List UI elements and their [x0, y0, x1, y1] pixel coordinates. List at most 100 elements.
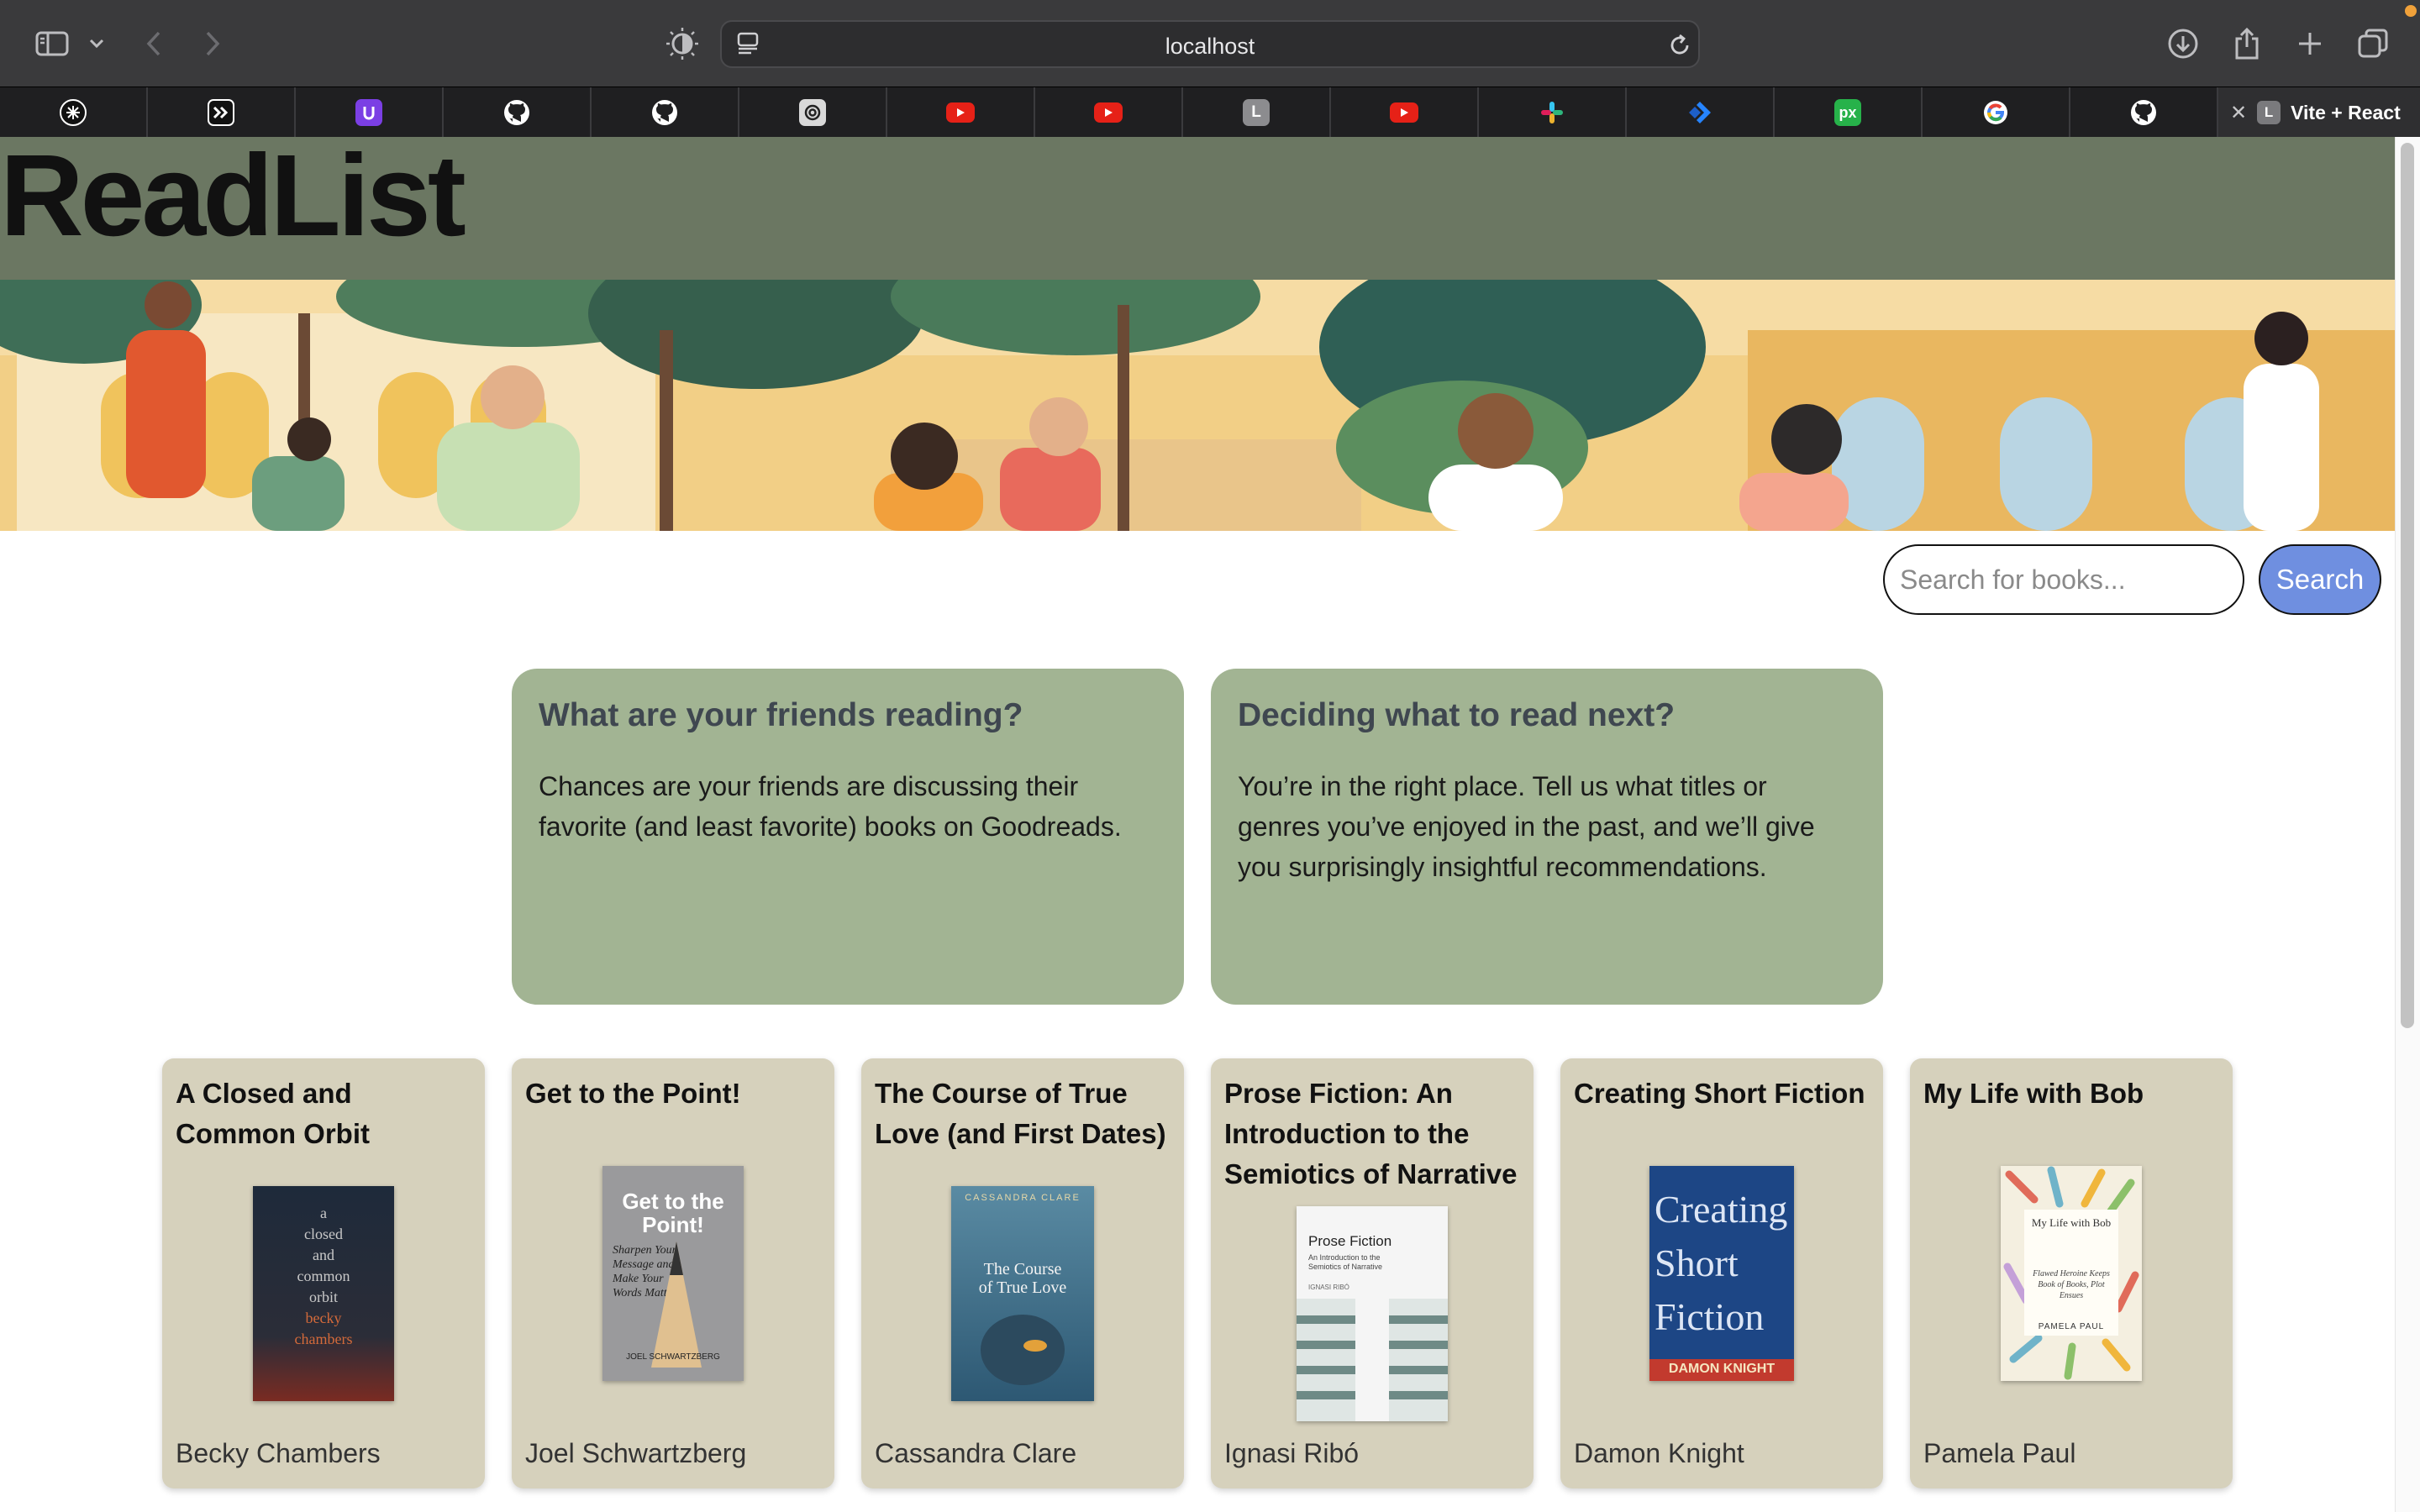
cover-text: and: [313, 1247, 334, 1263]
book-title: Prose Fiction: An Introduction to the Se…: [1224, 1078, 1518, 1189]
cover-text: becky: [305, 1310, 342, 1326]
browser-tab[interactable]: [2070, 87, 2218, 138]
cover-text: a: [320, 1205, 327, 1221]
jira-icon: [1686, 99, 1713, 126]
book-title: The Course of True Love (and First Dates…: [875, 1078, 1166, 1149]
pixel-icon: px: [1834, 99, 1861, 126]
book-author: Pamela Paul: [1923, 1438, 2076, 1468]
new-tab-icon[interactable]: [2293, 27, 2327, 60]
cover-text: closed: [304, 1226, 343, 1242]
book-author: Ignasi Ribó: [1224, 1438, 1360, 1468]
google-icon: [1982, 99, 2009, 126]
cover-text: Creating Short Fiction: [1655, 1188, 1788, 1338]
chatgpt-icon: [799, 99, 826, 126]
perplexity-icon: [60, 99, 87, 126]
letter-l-icon: L: [2257, 101, 2281, 124]
browser-tab[interactable]: px: [1775, 87, 1923, 138]
active-tab[interactable]: ✕ L Vite + React: [2218, 87, 2420, 138]
book-card[interactable]: Prose Fiction: An Introduction to the Se…: [1211, 1058, 1534, 1488]
chevron-down-icon[interactable]: [86, 27, 108, 60]
cover-text: PAMELA PAUL: [2038, 1322, 2105, 1331]
youtube-icon: [1094, 102, 1123, 123]
cover-text: The Course of True Love: [978, 1260, 1067, 1297]
info-card-friends: What are your friends reading? Chances a…: [512, 669, 1184, 1005]
cover-text: Prose Fiction: [1308, 1233, 1392, 1249]
tab-overview-icon[interactable]: [2355, 27, 2391, 60]
browser-tab[interactable]: [296, 87, 444, 138]
search-button[interactable]: Search: [2259, 544, 2381, 615]
hero-illustration: [0, 280, 2395, 531]
book-title: Creating Short Fiction: [1574, 1078, 1865, 1109]
book-title: My Life with Bob: [1923, 1078, 2144, 1109]
book-card[interactable]: A Closed and Common Orbit a closed and c…: [162, 1058, 485, 1488]
book-author: Cassandra Clare: [875, 1438, 1077, 1468]
browser-tab[interactable]: [887, 87, 1035, 138]
info-card-title: What are your friends reading?: [539, 697, 1023, 733]
book-card[interactable]: Creating Short Fiction Creating Short Fi…: [1560, 1058, 1883, 1488]
cover-text: My Life with Bob: [2031, 1216, 2112, 1229]
browser-tab[interactable]: [1331, 87, 1479, 138]
forward-icon[interactable]: [200, 27, 225, 60]
cover-text: CASSANDRA CLARE: [965, 1193, 1081, 1203]
share-icon[interactable]: [2230, 27, 2264, 60]
reload-icon[interactable]: [1667, 29, 1692, 62]
info-card-body: You’re in the right place. Tell us what …: [1238, 771, 1815, 882]
book-cover[interactable]: CASSANDRA CLARE The Course of True Love: [951, 1186, 1094, 1401]
cover-text: DAMON KNIGHT: [1668, 1362, 1776, 1376]
book-cover[interactable]: a closed and common orbit becky chambers: [253, 1186, 394, 1401]
book-cover[interactable]: Creating Short Fiction DAMON KNIGHT: [1649, 1166, 1794, 1381]
cover-text: JOEL SCHWARTZBERG: [626, 1352, 720, 1362]
github-icon: [651, 99, 678, 126]
back-icon[interactable]: [141, 27, 166, 60]
cover-text: orbit: [309, 1289, 338, 1305]
browser-toolbar: localhost: [0, 0, 2420, 87]
book-cover[interactable]: Get to the Point! Sharpen Your Message a…: [602, 1166, 744, 1381]
address-bar[interactable]: localhost: [720, 20, 1700, 68]
cursor-icon: [208, 99, 234, 126]
reader-appearance-icon[interactable]: [664, 27, 701, 60]
site-header: ReadList: [0, 137, 2395, 280]
browser-tab[interactable]: [0, 87, 148, 138]
browser-tab[interactable]: [1923, 87, 2070, 138]
browser-tab[interactable]: [1479, 87, 1627, 138]
active-tab-title: Vite + React: [2291, 101, 2401, 123]
browser-tab[interactable]: L: [1183, 87, 1331, 138]
github-icon: [2130, 99, 2157, 126]
cover-text: An Introduction to the Semiotics of Narr…: [1308, 1253, 1383, 1271]
letter-l-icon: L: [1243, 99, 1270, 126]
notification-dot: [2405, 5, 2417, 17]
site-title: ReadList: [0, 131, 466, 260]
book-author: Becky Chambers: [176, 1438, 381, 1468]
cover-text: Flawed Heroine Keeps Book of Books, Plot…: [2033, 1269, 2110, 1300]
book-author: Damon Knight: [1574, 1438, 1744, 1468]
sidebar-toggle-icon[interactable]: [32, 27, 72, 60]
scrollbar-thumb[interactable]: [2401, 143, 2414, 1028]
youtube-icon: [1390, 102, 1418, 123]
slack-icon: [1539, 99, 1565, 126]
browser-tab[interactable]: [592, 87, 739, 138]
browser-tab[interactable]: [148, 87, 296, 138]
youtube-icon: [946, 102, 975, 123]
book-author: Joel Schwartzberg: [525, 1438, 747, 1468]
browser-tab[interactable]: [444, 87, 592, 138]
book-card[interactable]: Get to the Point! Get to the Point! Shar…: [512, 1058, 834, 1488]
cover-text: IGNASI RIBÓ: [1308, 1284, 1349, 1291]
cover-text: Get to the Point!: [622, 1189, 724, 1237]
book-title: A Closed and Common Orbit: [176, 1078, 370, 1149]
info-card-body: Chances are your friends are discussing …: [539, 771, 1122, 842]
browser-tab[interactable]: [1035, 87, 1183, 138]
downloads-icon[interactable]: [2165, 27, 2201, 60]
book-card[interactable]: My Life with Bob My Life with Bob Flawed…: [1910, 1058, 2233, 1488]
browser-tab[interactable]: [1627, 87, 1775, 138]
close-tab-icon[interactable]: ✕: [2230, 101, 2247, 125]
cover-text: chambers: [294, 1331, 353, 1347]
book-cover[interactable]: My Life with Bob Flawed Heroine Keeps Bo…: [2001, 1166, 2142, 1381]
purple-app-icon: [355, 99, 382, 126]
browser-tab[interactable]: [739, 87, 887, 138]
info-card-title: Deciding what to read next?: [1238, 697, 1676, 733]
search-input[interactable]: [1883, 544, 2244, 615]
github-icon: [503, 99, 530, 126]
book-card[interactable]: The Course of True Love (and First Dates…: [861, 1058, 1184, 1488]
book-cover[interactable]: Prose Fiction An Introduction to the Sem…: [1297, 1206, 1448, 1421]
tab-bar: L px ✕ L Vite + React: [0, 87, 2420, 138]
